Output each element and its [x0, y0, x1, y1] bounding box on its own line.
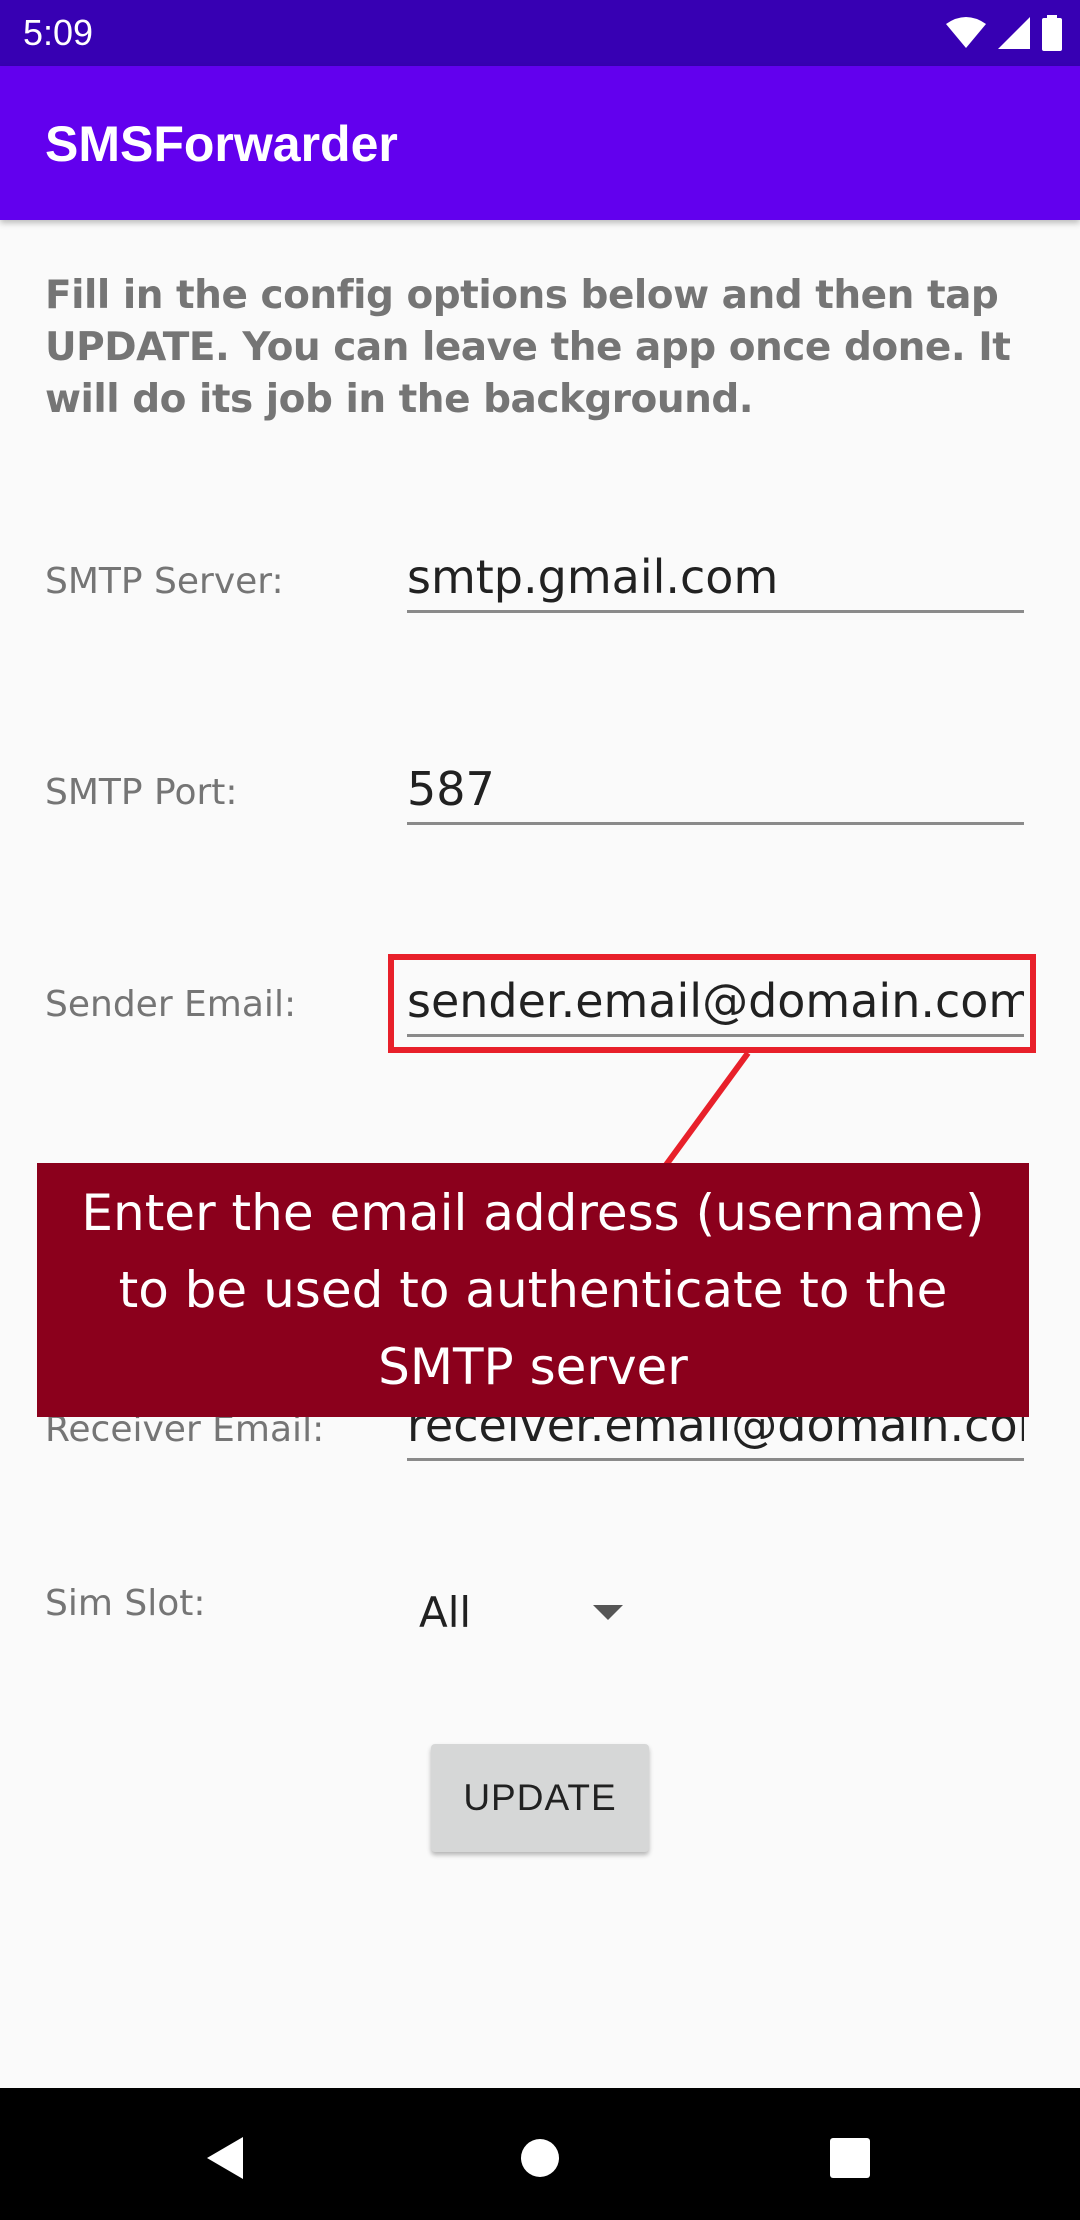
recents-icon — [830, 2138, 870, 2178]
back-icon — [207, 2137, 243, 2179]
sender-email-input[interactable] — [407, 968, 1024, 1037]
status-icons — [946, 14, 1062, 52]
home-button[interactable] — [510, 2128, 570, 2188]
back-button[interactable] — [196, 2128, 256, 2188]
smtp-server-input[interactable] — [407, 544, 1024, 613]
app-title: SMSForwarder — [45, 116, 398, 172]
signal-icon — [998, 17, 1030, 49]
sim-slot-spinner[interactable]: All — [407, 1580, 647, 1640]
smtp-server-label: SMTP Server: — [45, 561, 284, 602]
sender-email-label: Sender Email: — [45, 984, 297, 1025]
tooltip-text: Enter the email address (username) to be… — [81, 1183, 985, 1396]
smtp-port-input[interactable] — [407, 756, 1024, 825]
sim-slot-label: Sim Slot: — [45, 1583, 206, 1624]
intro-text: Fill in the config options below and the… — [45, 273, 1011, 422]
status-time: 5:09 — [23, 12, 94, 53]
recents-button[interactable] — [820, 2128, 880, 2188]
battery-icon — [1042, 15, 1062, 51]
home-icon — [521, 2139, 559, 2177]
dropdown-arrow-icon — [593, 1605, 623, 1620]
update-button[interactable]: UPDATE — [431, 1744, 649, 1852]
smtp-port-label: SMTP Port: — [45, 772, 238, 813]
nav-bar — [0, 2088, 1080, 2220]
app-bar: SMSForwarder — [0, 66, 1080, 220]
status-bar: 5:09 — [0, 0, 1080, 66]
tooltip: Enter the email address (username) to be… — [37, 1163, 1029, 1417]
sim-slot-value: All — [419, 1588, 472, 1637]
wifi-icon — [946, 17, 986, 48]
